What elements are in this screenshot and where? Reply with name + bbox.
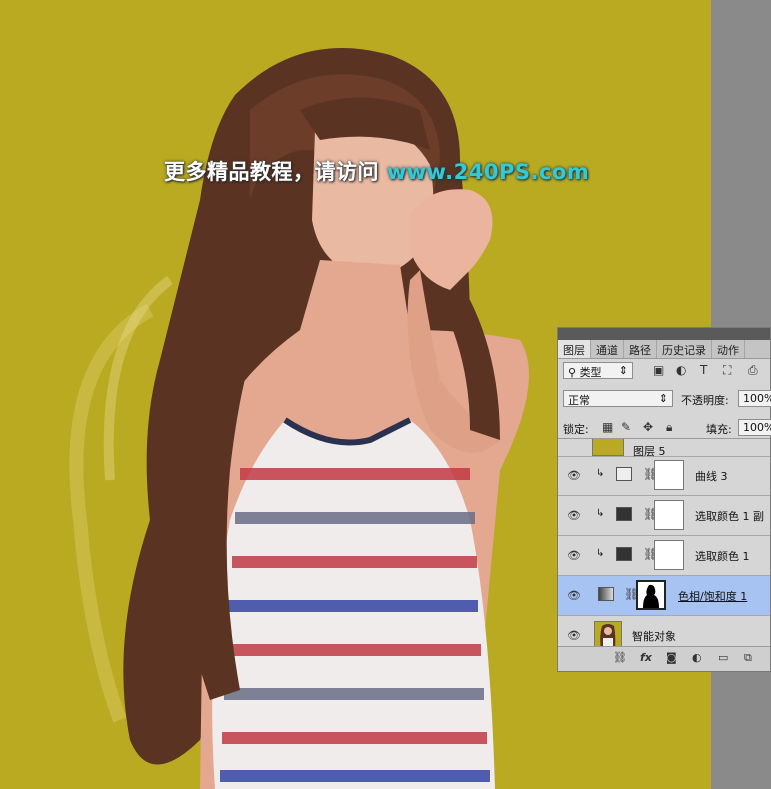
adjustment-icon[interactable]: ◐ (692, 651, 702, 664)
blend-mode-select[interactable]: 正常 ⇕ (563, 390, 673, 407)
tab-history[interactable]: 历史记录 (657, 340, 712, 358)
updown-icon: ⇕ (658, 392, 668, 405)
layer-row[interactable]: 👁︎ 智能对象 (558, 616, 770, 649)
fill-input[interactable]: 100% (738, 419, 771, 436)
watermark-url: www.240PS.com (386, 160, 590, 184)
opacity-input[interactable]: 100% (738, 390, 771, 407)
layer-mask-thumbnail[interactable] (654, 500, 684, 530)
tab-layers[interactable]: 图层 (558, 340, 591, 358)
watermark-prefix: 更多精品教程，请访问 (164, 160, 387, 184)
clipping-arrow-icon: ↳ (596, 508, 605, 519)
layers-bottom-bar: ⛓ fx ◙ ◐ ▭ ⧉ (558, 646, 770, 671)
fill-value: 100% (743, 421, 771, 434)
layer-thumbnail (592, 439, 624, 456)
clipping-arrow-icon: ↳ (596, 468, 605, 479)
smart-object-filter-icon[interactable]: ⎙ (748, 363, 758, 378)
silhouette-mask-icon (643, 584, 659, 608)
curves-icon (616, 467, 632, 481)
layer-filter-select[interactable]: ⚲ 类型 ⇕ (563, 362, 633, 379)
layer-row-selected[interactable]: 👁︎ ⛓ 色相/饱和度 1 (558, 576, 770, 616)
layer-row[interactable]: 👁︎ ↳ ⛓ 选取颜色 1 (558, 536, 770, 576)
layer-name: 色相/饱和度 1 (678, 590, 748, 603)
panel-title-bar[interactable] (558, 328, 770, 340)
layer-mask-thumbnail[interactable] (654, 460, 684, 490)
lock-all-icon[interactable]: 🔒︎ (666, 420, 672, 435)
layer-mask-thumbnail[interactable] (654, 540, 684, 570)
lock-position-icon[interactable]: ✥ (643, 420, 653, 434)
updown-icon: ⇕ (618, 364, 628, 377)
visibility-eye-icon[interactable]: 👁︎ (567, 589, 581, 602)
lock-transparent-icon[interactable]: ▦ (602, 420, 613, 434)
blend-mode-value: 正常 (568, 394, 590, 407)
portrait-thumbnail-icon (600, 624, 616, 649)
visibility-eye-icon[interactable]: 👁︎ (567, 509, 581, 522)
tab-paths[interactable]: 路径 (624, 340, 657, 358)
visibility-eye-icon[interactable]: 👁︎ (567, 629, 581, 642)
layer-name: 选取颜色 1 副 (695, 510, 764, 523)
tab-channels[interactable]: 通道 (591, 340, 624, 358)
layer-row[interactable]: 👁︎ ↳ ⛓ 选取颜色 1 副 (558, 496, 770, 536)
folder-icon[interactable]: ▭ (718, 651, 728, 664)
filter-label: 类型 (579, 366, 602, 379)
smart-object-thumbnail (594, 621, 622, 649)
type-filter-icon[interactable]: T (700, 363, 707, 377)
layer-list: 图层 5 👁︎ ↳ ⛓ 曲线 3 👁︎ ↳ ⛓ 选取颜色 1 副 👁︎ ↳ ⛓ (558, 438, 770, 649)
layer-row[interactable]: 图层 5 (558, 439, 770, 458)
mask-icon[interactable]: ◙ (666, 651, 677, 664)
visibility-eye-icon[interactable]: 👁︎ (567, 549, 581, 562)
adjustment-filter-icon[interactable]: ◐ (676, 363, 686, 377)
opacity-value: 100% (743, 392, 771, 405)
layer-row[interactable]: 👁︎ ↳ ⛓ 曲线 3 (558, 456, 770, 496)
lock-label: 锁定: (563, 423, 589, 436)
visibility-eye-icon[interactable]: 👁︎ (567, 469, 581, 482)
opacity-label: 不透明度: (681, 394, 729, 407)
watermark-text: 更多精品教程，请访问 www.240PS.com (164, 156, 589, 186)
layer-name: 选取颜色 1 (695, 550, 750, 563)
lock-pixels-icon[interactable]: ✎ (621, 420, 631, 434)
link-icon[interactable]: ⛓ (613, 651, 627, 664)
layer-mask-thumbnail[interactable] (636, 580, 666, 610)
fx-icon[interactable]: fx (640, 651, 652, 664)
search-icon: ⚲ (568, 366, 580, 379)
clipping-arrow-icon: ↳ (596, 548, 605, 559)
hue-saturation-icon (598, 587, 614, 601)
selective-color-icon (616, 507, 632, 521)
new-layer-icon[interactable]: ⧉ (744, 651, 752, 665)
shape-filter-icon[interactable]: ⛶ (723, 363, 731, 378)
selective-color-icon (616, 547, 632, 561)
tab-actions[interactable]: 动作 (712, 340, 745, 358)
layer-name: 智能对象 (632, 630, 676, 643)
layers-panel: 图层 通道 路径 历史记录 动作 ⚲ 类型 ⇕ ▣ ◐ T ⛶ ⎙ 正常 ⇕ 不透明… (557, 327, 771, 672)
layer-name: 曲线 3 (695, 470, 728, 483)
fill-label: 填充: (706, 423, 732, 436)
panel-tabs: 图层 通道 路径 历史记录 动作 (558, 340, 770, 359)
image-filter-icon[interactable]: ▣ (653, 363, 664, 377)
